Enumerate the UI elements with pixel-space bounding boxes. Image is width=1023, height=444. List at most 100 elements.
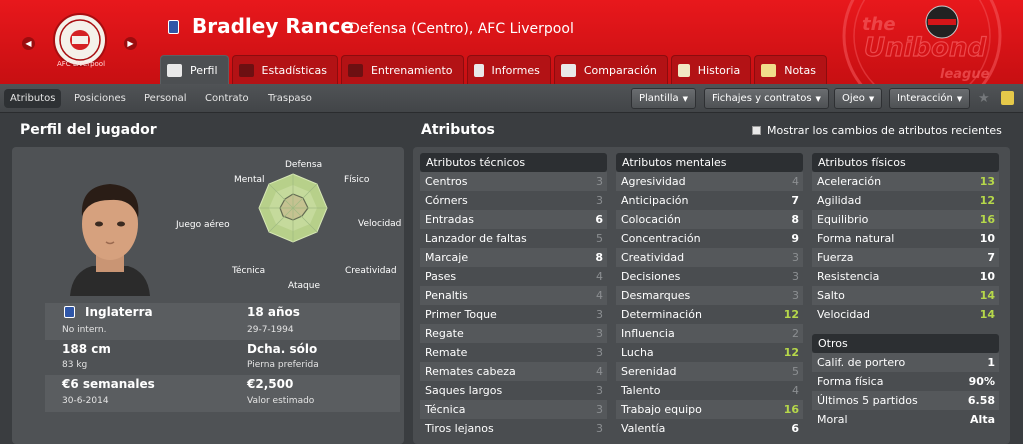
plantilla-dropdown[interactable]: Plantilla ▼ <box>631 88 697 109</box>
attribute-row[interactable]: Córners 3 <box>420 191 607 210</box>
tab-historia[interactable]: Historia <box>670 55 752 84</box>
attribute-row[interactable]: Centros 3 <box>420 172 607 191</box>
attribute-row[interactable]: Serenidad 5 <box>616 362 803 381</box>
mental-attributes-list: Agresividad 4 Anticipación 7 Colocación 8 Conc… <box>616 172 803 438</box>
ojeo-dropdown[interactable]: Ojeo ▼ <box>834 88 883 109</box>
compare-icon <box>560 63 576 77</box>
attribute-row[interactable]: Anticipación 7 <box>616 191 803 210</box>
attribute-row[interactable]: Forma natural 10 <box>812 229 999 248</box>
physical-attributes-column: Atributos físicos Aceleración 13 Agilidad 1… <box>812 153 999 429</box>
foot-value: Dcha. sólo <box>247 342 318 356</box>
attribute-name: Primer Toque <box>425 308 497 321</box>
sub-navigation: Atributos Posiciones Personal Contrato T… <box>0 84 1023 113</box>
attribute-value: 16 <box>783 403 799 416</box>
nationality-value: Inglaterra <box>85 305 153 319</box>
chevron-down-icon: ▼ <box>682 95 689 103</box>
attribute-row[interactable]: Penaltis 4 <box>420 286 607 305</box>
attribute-name: Regate <box>425 327 464 340</box>
attribute-value: 4 <box>792 175 799 188</box>
whistle-icon <box>347 63 363 77</box>
attribute-row[interactable]: Marcaje 8 <box>420 248 607 267</box>
attribute-row[interactable]: Pases 4 <box>420 267 607 286</box>
attribute-value: 3 <box>792 289 799 302</box>
previous-arrow-icon[interactable]: ◀ <box>22 37 35 50</box>
attribute-row[interactable]: Creatividad 3 <box>616 248 803 267</box>
dropdown-label: Fichajes y contratos <box>712 93 812 104</box>
player-face-image <box>70 184 150 296</box>
fichajes-dropdown[interactable]: Fichajes y contratos ▼ <box>704 88 829 109</box>
attribute-row[interactable]: Tiros lejanos 3 <box>420 419 607 438</box>
subtab-contrato[interactable]: Contrato <box>199 89 255 108</box>
attribute-row[interactable]: Decisiones 3 <box>616 267 803 286</box>
interaccion-dropdown[interactable]: Interacción ▼ <box>889 88 971 109</box>
attribute-row[interactable]: Concentración 9 <box>616 229 803 248</box>
technical-attributes-header: Atributos técnicos <box>420 153 607 172</box>
attribute-value: 3 <box>792 270 799 283</box>
attribute-name: Agresividad <box>621 175 686 188</box>
attribute-name: Técnica <box>425 403 466 416</box>
attribute-value: 4 <box>596 289 603 302</box>
attribute-value: 4 <box>596 365 603 378</box>
attribute-row[interactable]: Influencia 2 <box>616 324 803 343</box>
attribute-row[interactable]: Salto 14 <box>812 286 999 305</box>
attribute-row[interactable]: Remate 3 <box>420 343 607 362</box>
attribute-row[interactable]: Primer Toque 3 <box>420 305 607 324</box>
attribute-row[interactable]: Moral Alta <box>812 410 999 429</box>
attribute-name: Pases <box>425 270 457 283</box>
attribute-row[interactable]: Talento 4 <box>616 381 803 400</box>
player-header: ◀ AFC Liverpool ▶ Bradley Rance Defensa … <box>0 0 1023 84</box>
attribute-row[interactable]: Últimos 5 partidos 6.58 <box>812 391 999 410</box>
subtab-posiciones[interactable]: Posiciones <box>68 89 132 108</box>
tab-entrenamiento[interactable]: Entrenamiento <box>340 55 464 84</box>
attribute-row[interactable]: Entradas 6 <box>420 210 607 229</box>
attribute-row[interactable]: Velocidad 14 <box>812 305 999 324</box>
attribute-value: 3 <box>596 403 603 416</box>
value-label: Valor estimado <box>247 396 315 406</box>
attribute-row[interactable]: Lanzador de faltas 5 <box>420 229 607 248</box>
attribute-row[interactable]: Equilibrio 16 <box>812 210 999 229</box>
info-row-wage: €6 semanales 30-6-2014 €2,500 Valor esti… <box>45 375 400 412</box>
attribute-row[interactable]: Trabajo equipo 16 <box>616 400 803 419</box>
subtab-traspaso[interactable]: Traspaso <box>262 89 318 108</box>
add-note-icon[interactable] <box>1001 91 1014 105</box>
subtab-atributos[interactable]: Atributos <box>4 89 62 108</box>
show-changes-toggle[interactable]: Mostrar los cambios de atributos recient… <box>752 124 1002 137</box>
subtab-personal[interactable]: Personal <box>138 89 193 108</box>
attribute-row[interactable]: Fuerza 7 <box>812 248 999 267</box>
attribute-row[interactable]: Calif. de portero 1 <box>812 353 999 372</box>
tab-perfil[interactable]: Perfil <box>160 55 229 84</box>
attribute-name: Remates cabeza <box>425 365 516 378</box>
attribute-row[interactable]: Aceleración 13 <box>812 172 999 191</box>
attribute-row[interactable]: Forma física 90% <box>812 372 999 391</box>
attribute-value: 8 <box>595 251 603 264</box>
attribute-row[interactable]: Valentía 6 <box>616 419 803 438</box>
tab-notas[interactable]: Notas <box>754 55 827 84</box>
next-arrow-icon[interactable]: ▶ <box>124 37 137 50</box>
attribute-row[interactable]: Lucha 12 <box>616 343 803 362</box>
attribute-name: Serenidad <box>621 365 677 378</box>
show-changes-checkbox[interactable] <box>752 126 761 135</box>
attribute-row[interactable]: Remates cabeza 4 <box>420 362 607 381</box>
attribute-name: Trabajo equipo <box>621 403 702 416</box>
attribute-name: Remate <box>425 346 468 359</box>
height-value: 188 cm <box>62 342 111 356</box>
attribute-name: Concentración <box>621 232 701 245</box>
attribute-value: 5 <box>596 232 603 245</box>
attribute-row[interactable]: Regate 3 <box>420 324 607 343</box>
attribute-value: 14 <box>979 308 995 321</box>
attribute-row[interactable]: Técnica 3 <box>420 400 607 419</box>
star-icon[interactable]: ★ <box>978 91 990 106</box>
attribute-row[interactable]: Saques largos 3 <box>420 381 607 400</box>
tab-estadisticas[interactable]: Estadísticas <box>231 55 338 84</box>
attribute-row[interactable]: Determinación 12 <box>616 305 803 324</box>
tab-comparacion[interactable]: Comparación <box>553 55 668 84</box>
attribute-row[interactable]: Desmarques 3 <box>616 286 803 305</box>
tab-informes[interactable]: Informes <box>466 55 551 84</box>
attribute-name: Tiros lejanos <box>425 422 494 435</box>
technical-attributes-column: Atributos técnicos Centros 3 Córners 3 Entra… <box>420 153 607 438</box>
attribute-row[interactable]: Agilidad 12 <box>812 191 999 210</box>
attribute-row[interactable]: Colocación 8 <box>616 210 803 229</box>
attribute-row[interactable]: Resistencia 10 <box>812 267 999 286</box>
international-status: No intern. <box>62 325 107 335</box>
attribute-row[interactable]: Agresividad 4 <box>616 172 803 191</box>
